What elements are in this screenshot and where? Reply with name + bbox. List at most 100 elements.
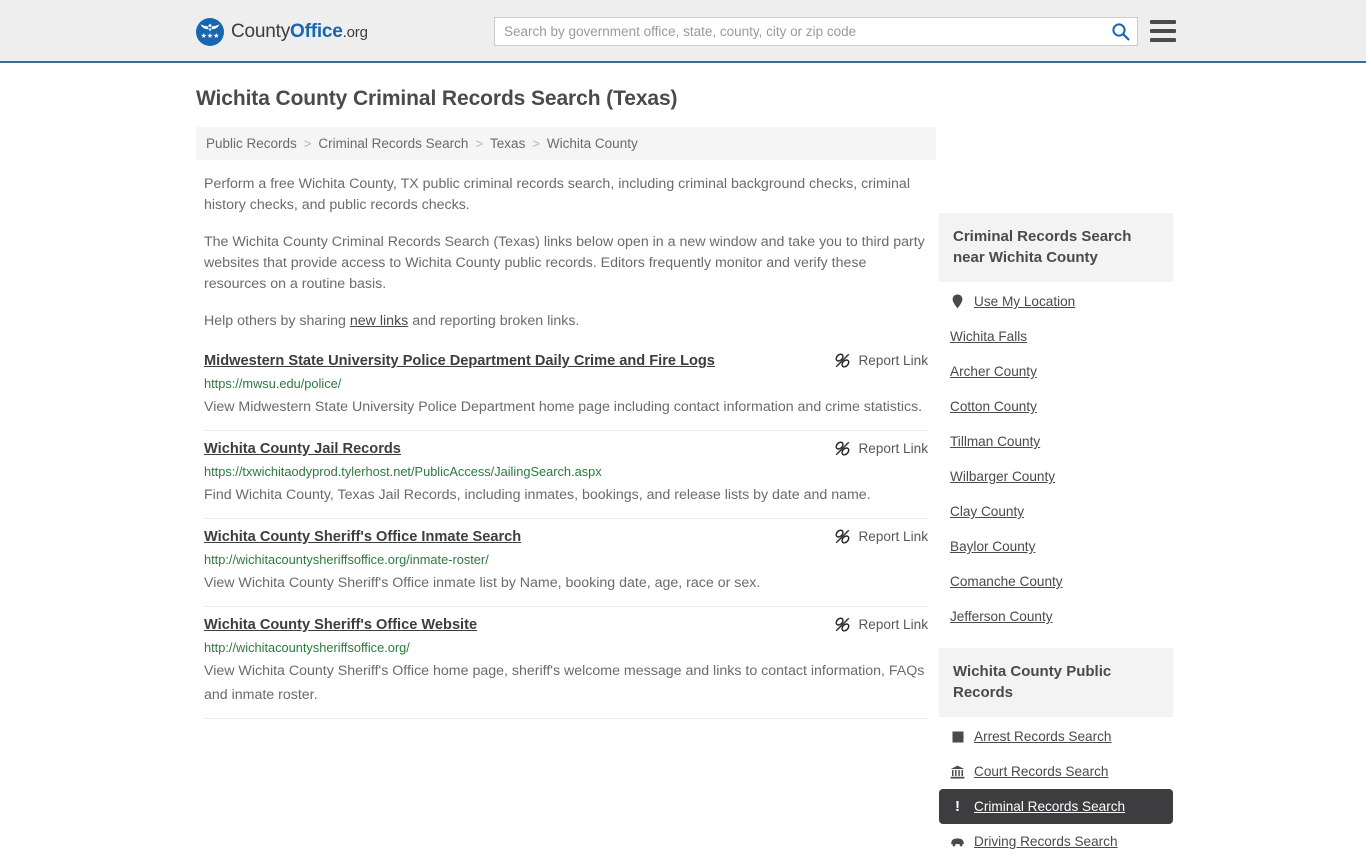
breadcrumb-item-criminal-records-search[interactable]: Criminal Records Search: [318, 136, 468, 151]
intro-text: Perform a free Wichita County, TX public…: [196, 174, 936, 332]
search-bar[interactable]: [494, 17, 1138, 46]
site-header: ★★★ CountyOffice.org: [0, 0, 1366, 63]
report-link-button[interactable]: Report Link: [834, 528, 928, 545]
search-input[interactable]: [495, 18, 1103, 45]
logo-text-office: Office: [290, 21, 343, 42]
result-item: Wichita County Sheriff's Office Website …: [204, 607, 928, 719]
sidebar-item-arrest-records-search[interactable]: Arrest Records Search: [939, 719, 1173, 754]
report-link-label: Report Link: [858, 353, 928, 368]
sidebar-item-criminal-records-search[interactable]: ! Criminal Records Search: [939, 789, 1173, 824]
main-column: Public Records > Criminal Records Search…: [196, 127, 936, 719]
public-records-box: Wichita County Public Records Arrest Rec…: [939, 648, 1173, 859]
breadcrumb-item-texas[interactable]: Texas: [490, 136, 525, 151]
nearby-searches-heading: Criminal Records Search near Wichita Cou…: [939, 213, 1173, 282]
result-title-link[interactable]: Wichita County Jail Records: [204, 440, 401, 459]
result-description: Find Wichita County, Texas Jail Records,…: [204, 487, 871, 503]
eagle-seal-logo-icon: ★★★: [196, 18, 224, 46]
report-link-button[interactable]: Report Link: [834, 616, 928, 633]
breadcrumb-separator: >: [475, 136, 484, 151]
breadcrumb: Public Records > Criminal Records Search…: [196, 127, 936, 160]
sidebar-item-driving-records-search[interactable]: Driving Records Search: [939, 824, 1173, 859]
result-title-link[interactable]: Wichita County Sheriff's Office Website: [204, 616, 477, 635]
sidebar-item-label: Driving Records Search: [974, 834, 1118, 849]
broken-link-icon: [835, 441, 850, 456]
search-button[interactable]: [1103, 18, 1137, 45]
search-icon: [1111, 23, 1129, 41]
logo-stars: ★★★: [200, 33, 220, 40]
report-link-label: Report Link: [858, 441, 928, 456]
right-sidebar: Criminal Records Search near Wichita Cou…: [939, 213, 1173, 859]
sidebar-item-wichita-falls[interactable]: Wichita Falls: [939, 319, 1173, 354]
sidebar-item-tillman-county[interactable]: Tillman County: [939, 424, 1173, 459]
broken-link-icon: [835, 353, 850, 368]
sidebar-item-court-records-search[interactable]: Court Records Search: [939, 754, 1173, 789]
result-header: Wichita County Jail Records Report Link: [204, 440, 928, 459]
result-title-link[interactable]: Wichita County Sheriff's Office Inmate S…: [204, 528, 521, 547]
sidebar-item-baylor-county[interactable]: Baylor County: [939, 529, 1173, 564]
public-records-list: Arrest Records Search Court Records Sear…: [939, 719, 1173, 859]
intro-paragraph-1: Perform a free Wichita County, TX public…: [204, 176, 910, 213]
sidebar-item-label: Comanche County: [950, 574, 1063, 589]
intro-paragraph-2: The Wichita County Criminal Records Sear…: [204, 234, 925, 292]
sidebar-item-wilbarger-county[interactable]: Wilbarger County: [939, 459, 1173, 494]
car-icon: [950, 837, 965, 847]
report-link-label: Report Link: [858, 617, 928, 632]
result-description: View Wichita County Sheriff's Office hom…: [204, 663, 925, 703]
report-link-button[interactable]: Report Link: [834, 352, 928, 369]
breadcrumb-item-wichita-county: Wichita County: [546, 136, 638, 151]
result-title-link[interactable]: Midwestern State University Police Depar…: [204, 352, 715, 371]
page-body: Wichita County Criminal Records Search (…: [0, 87, 1366, 849]
sidebar-item-use-my-location[interactable]: Use My Location: [939, 284, 1173, 319]
result-header: Midwestern State University Police Depar…: [204, 352, 928, 371]
map-pin-icon: [950, 294, 965, 309]
report-link-button[interactable]: Report Link: [834, 440, 928, 457]
sidebar-item-label: Baylor County: [950, 539, 1036, 554]
public-records-heading: Wichita County Public Records: [939, 648, 1173, 717]
sidebar-item-label: Wilbarger County: [950, 469, 1056, 484]
breadcrumb-separator: >: [303, 136, 312, 151]
hamburger-menu-icon[interactable]: [1150, 20, 1176, 42]
result-header: Wichita County Sheriff's Office Inmate S…: [204, 528, 928, 547]
result-item: Wichita County Jail Records Report Link …: [204, 431, 928, 519]
intro-paragraph-3: Help others by sharing new links and rep…: [204, 311, 928, 332]
nearby-searches-box: Criminal Records Search near Wichita Cou…: [939, 213, 1173, 634]
new-links-link[interactable]: new links: [350, 313, 408, 329]
fingerprint-square-icon: [950, 731, 965, 743]
result-header: Wichita County Sheriff's Office Website …: [204, 616, 928, 635]
sidebar-item-label: Cotton County: [950, 399, 1037, 414]
broken-link-icon: [835, 529, 850, 544]
sidebar-item-label: Wichita Falls: [950, 329, 1028, 344]
result-url: http://wichitacountysheriffsoffice.org/: [204, 640, 410, 655]
results-list: Midwestern State University Police Depar…: [196, 350, 936, 719]
sidebar-item-label: Arrest Records Search: [974, 729, 1112, 744]
logo-text-county: County: [231, 21, 291, 42]
result-item: Midwestern State University Police Depar…: [204, 350, 928, 431]
result-description: View Midwestern State University Police …: [204, 399, 923, 415]
site-logo-link[interactable]: ★★★ CountyOffice.org: [196, 18, 368, 46]
nearby-searches-list: Use My Location Wichita Falls Archer Cou…: [939, 284, 1173, 634]
exclamation-icon: !: [955, 798, 960, 815]
sidebar-item-clay-county[interactable]: Clay County: [939, 494, 1173, 529]
sidebar-item-comanche-county[interactable]: Comanche County: [939, 564, 1173, 599]
result-description: View Wichita County Sheriff's Office inm…: [204, 575, 761, 591]
sidebar-item-label: Use My Location: [974, 294, 1076, 309]
intro-p3-after: and reporting broken links.: [408, 313, 580, 329]
report-link-label: Report Link: [858, 529, 928, 544]
content-columns: Public Records > Criminal Records Search…: [196, 127, 1173, 849]
result-url: http://wichitacountysheriffsoffice.org/i…: [204, 552, 489, 567]
sidebar-item-label: Clay County: [950, 504, 1025, 519]
sidebar-item-cotton-county[interactable]: Cotton County: [939, 389, 1173, 424]
courthouse-icon: [950, 765, 965, 779]
breadcrumb-item-public-records[interactable]: Public Records: [206, 136, 297, 151]
logo-text-tld: .org: [342, 24, 368, 41]
page-title: Wichita County Criminal Records Search (…: [196, 87, 678, 110]
result-item: Wichita County Sheriff's Office Inmate S…: [204, 519, 928, 607]
sidebar-item-label: Tillman County: [950, 434, 1041, 449]
sidebar-item-jefferson-county[interactable]: Jefferson County: [939, 599, 1173, 634]
sidebar-item-archer-county[interactable]: Archer County: [939, 354, 1173, 389]
breadcrumb-separator: >: [532, 136, 540, 151]
site-logo-text: CountyOffice.org: [231, 21, 368, 43]
sidebar-item-label: Court Records Search: [974, 764, 1109, 779]
intro-p3-before: Help others by sharing: [204, 313, 350, 329]
result-url: https://txwichitaodyprod.tylerhost.net/P…: [204, 464, 602, 479]
